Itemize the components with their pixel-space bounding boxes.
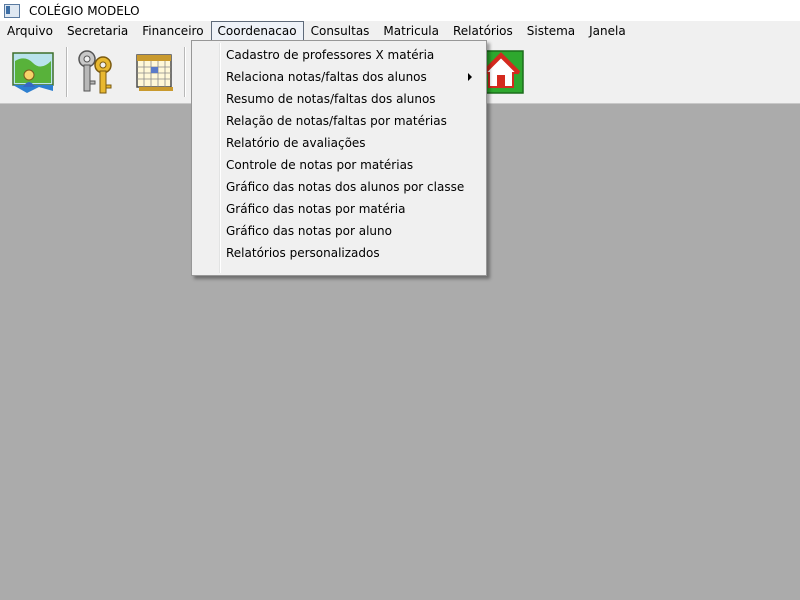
menuitem-grafico-notas-materia[interactable]: Gráfico das notas por matéria	[194, 198, 484, 220]
menu-arquivo[interactable]: Arquivo	[0, 21, 60, 41]
menuitem-relaciona-notas-faltas[interactable]: Relaciona notas/faltas dos alunos	[194, 66, 484, 88]
menu-secretaria[interactable]: Secretaria	[60, 21, 135, 41]
window-title: COLÉGIO MODELO	[29, 3, 140, 18]
student-map-icon	[12, 52, 54, 93]
menuitem-grafico-notas-classe[interactable]: Gráfico das notas dos alunos por classe	[194, 176, 484, 198]
menuitem-relacao-notas-materias[interactable]: Relação de notas/faltas por matérias	[194, 110, 484, 132]
menu-bar: Arquivo Secretaria Financeiro Coordenaca…	[0, 21, 800, 41]
menu-relatorios[interactable]: Relatórios	[446, 21, 520, 41]
coordenacao-dropdown-menu: Cadastro de professores X matéria Relaci…	[191, 40, 487, 276]
calendar-button[interactable]	[128, 46, 178, 98]
menu-sistema[interactable]: Sistema	[520, 21, 582, 41]
keys-button[interactable]	[72, 46, 122, 98]
submenu-arrow-icon	[468, 73, 472, 81]
menu-matricula[interactable]: Matricula	[376, 21, 446, 41]
menu-financeiro[interactable]: Financeiro	[135, 21, 210, 41]
menuitem-relatorios-personalizados[interactable]: Relatórios personalizados	[194, 242, 484, 264]
calendar-icon	[136, 54, 173, 91]
menuitem-grafico-notas-aluno[interactable]: Gráfico das notas por aluno	[194, 220, 484, 242]
app-icon[interactable]	[4, 3, 20, 18]
menuitem-relatorio-avaliacoes[interactable]: Relatório de avaliações	[194, 132, 484, 154]
menu-consultas[interactable]: Consultas	[304, 21, 377, 41]
keys-icon	[78, 50, 112, 94]
menuitem-resumo-notas-faltas[interactable]: Resumo de notas/faltas dos alunos	[194, 88, 484, 110]
menuitem-controle-notas-materias[interactable]: Controle de notas por matérias	[194, 154, 484, 176]
title-bar: COLÉGIO MODELO	[0, 0, 800, 21]
student-map-button[interactable]	[8, 46, 58, 98]
menuitem-cadastro-professores-materia[interactable]: Cadastro de professores X matéria	[194, 44, 484, 66]
menu-janela[interactable]: Janela	[582, 21, 633, 41]
menu-coordenacao[interactable]: Coordenacao	[210, 21, 304, 41]
